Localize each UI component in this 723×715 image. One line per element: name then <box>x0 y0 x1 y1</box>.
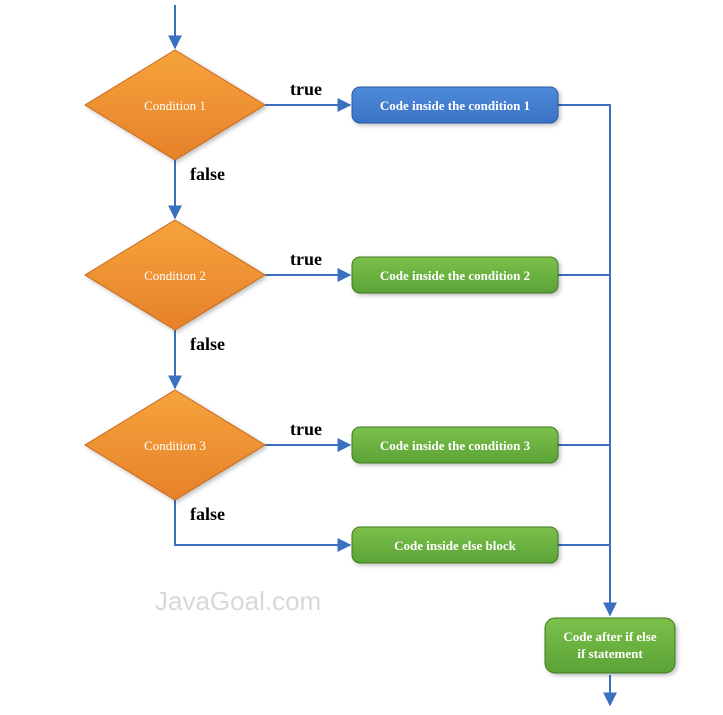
code-3-label: Code inside the condition 3 <box>380 438 531 453</box>
label-false-1: false <box>190 164 225 184</box>
edge-code1-after <box>558 105 610 615</box>
code-else-label: Code inside else block <box>394 538 516 553</box>
condition-1-label: Condition 1 <box>144 98 206 113</box>
label-false-2: false <box>190 334 225 354</box>
node-condition-3: Condition 3 <box>85 390 265 500</box>
node-code-2: Code inside the condition 2 <box>352 257 558 293</box>
label-true-3: true <box>290 419 322 439</box>
code-1-label: Code inside the condition 1 <box>380 98 530 113</box>
node-after: Code after if else if statement <box>545 618 675 673</box>
condition-2-label: Condition 2 <box>144 268 206 283</box>
condition-3-label: Condition 3 <box>144 438 206 453</box>
label-true-1: true <box>290 79 322 99</box>
node-condition-2: Condition 2 <box>85 220 265 330</box>
code-2-label: Code inside the condition 2 <box>380 268 530 283</box>
flowchart-diagram: true false true false true false Conditi… <box>0 0 723 715</box>
node-code-1: Code inside the condition 1 <box>352 87 558 123</box>
label-true-2: true <box>290 249 322 269</box>
node-code-3: Code inside the condition 3 <box>352 427 558 463</box>
after-label-1: Code after if else <box>563 629 656 644</box>
node-code-else: Code inside else block <box>352 527 558 563</box>
label-false-3: false <box>190 504 225 524</box>
watermark: JavaGoal.com <box>155 586 321 616</box>
after-label-2: if statement <box>577 646 643 661</box>
node-condition-1: Condition 1 <box>85 50 265 160</box>
